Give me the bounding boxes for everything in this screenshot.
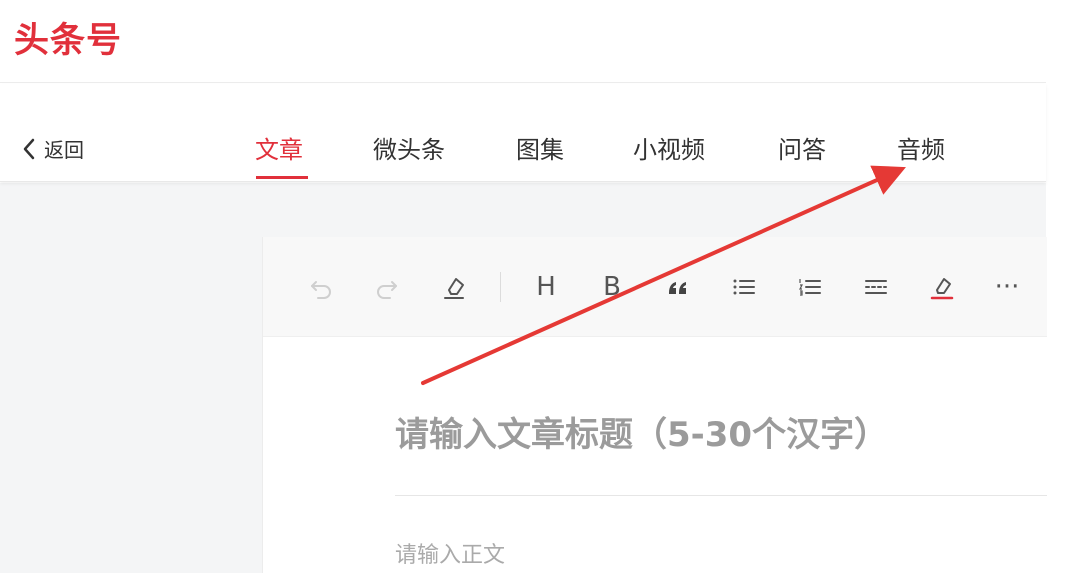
divider-icon (865, 280, 887, 294)
undo-icon (311, 281, 331, 299)
quote-button[interactable] (660, 269, 696, 305)
bold-label: B (603, 272, 621, 302)
heading-label: H (536, 272, 556, 302)
bullet-list-icon (733, 279, 755, 295)
tab-gallery[interactable]: 图集 (516, 130, 564, 165)
site-logo[interactable]: 头条号 (14, 12, 122, 63)
more-button[interactable]: ··· (989, 269, 1025, 305)
redo-button[interactable] (369, 269, 405, 305)
title-divider (395, 495, 1047, 496)
undo-button[interactable] (303, 269, 339, 305)
back-button[interactable]: 返回 (22, 134, 84, 163)
bullet-list-button[interactable] (726, 269, 762, 305)
article-body-input[interactable] (395, 537, 1045, 573)
editor-toolbar: H B ··· (263, 237, 1047, 337)
bold-button[interactable]: B (594, 269, 630, 305)
clear-format-button[interactable] (436, 269, 472, 305)
page-margin (1046, 0, 1080, 573)
more-icon: ··· (994, 272, 1020, 302)
tab-qa[interactable]: 问答 (778, 130, 826, 165)
tab-short-video[interactable]: 小视频 (633, 130, 705, 165)
divider-button[interactable] (858, 269, 894, 305)
redo-icon (377, 281, 397, 299)
active-tab-indicator (256, 176, 308, 179)
tab-micro-toutiao[interactable]: 微头条 (373, 130, 445, 165)
article-title-input[interactable] (395, 407, 1045, 463)
quote-icon (669, 282, 686, 294)
toolbar-separator (500, 272, 501, 302)
tab-audio[interactable]: 音频 (897, 130, 945, 165)
highlight-icon (930, 278, 954, 300)
chevron-left-icon (23, 138, 35, 159)
publish-type-nav: 返回 文章 微头条 图集 小视频 问答 音频 (0, 84, 1046, 182)
clear-format-icon (444, 278, 464, 299)
article-editor: H B ··· 请输入文章标题（5-30个汉字） 请输入正文 (262, 237, 1047, 573)
highlight-button[interactable] (924, 269, 960, 305)
ordered-list-button[interactable] (792, 269, 828, 305)
heading-button[interactable]: H (528, 269, 564, 305)
ordered-list-icon (799, 279, 821, 296)
tab-article[interactable]: 文章 (255, 130, 303, 165)
top-header: 头条号 (0, 0, 1046, 83)
back-label: 返回 (44, 138, 84, 162)
